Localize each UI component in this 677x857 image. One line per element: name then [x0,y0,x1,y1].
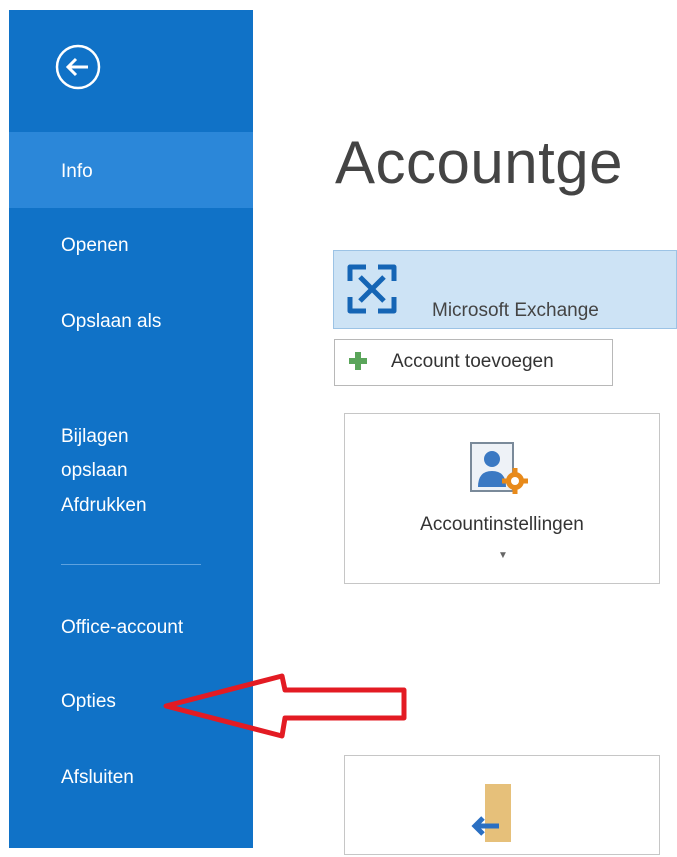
sidebar-item-label: Office-account [61,617,184,638]
chevron-down-icon[interactable]: ▼ [498,550,508,561]
sidebar-item-label: Openen [61,235,129,256]
page-title: Accountge [335,129,624,196]
sidebar-item-opslaan-als[interactable]: Opslaan als [9,310,253,334]
sidebar-item-label: Afdrukken [61,495,147,516]
sidebar-item-label: Bijlagen opslaan [61,426,129,481]
sidebar-item-info[interactable]: Info [9,132,253,208]
sidebar-item-label: Info [61,161,93,182]
red-arrow-annotation [163,673,407,739]
account-settings-label: Accountinstellingen [420,514,584,535]
sidebar-item-label: Opties [61,691,116,712]
plus-icon [348,351,368,377]
sign-out-tile[interactable] [344,755,660,855]
add-account-button[interactable]: Account toevoegen [334,339,613,386]
exchange-icon [344,261,400,322]
account-name: Microsoft Exchange [432,300,599,321]
sidebar-divider [61,564,201,565]
sidebar-item-label: Afsluiten [61,767,134,788]
add-account-label: Account toevoegen [391,351,554,372]
sidebar-item-openen[interactable]: Openen [9,234,253,258]
account-settings-tile[interactable]: Accountinstellingen ▼ [344,413,660,584]
sidebar-item-afdrukken[interactable]: Afdrukken [9,494,253,518]
sidebar-item-office-account[interactable]: Office-account [9,616,253,640]
logout-door-icon [469,782,519,857]
back-arrow-icon[interactable] [55,44,101,90]
account-settings-icon [469,441,535,502]
sidebar-item-afsluiten[interactable]: Afsluiten [9,766,253,790]
sidebar-item-label: Opslaan als [61,311,162,332]
sidebar-item-bijlagen-opslaan[interactable]: Bijlagen opslaan [9,386,253,488]
